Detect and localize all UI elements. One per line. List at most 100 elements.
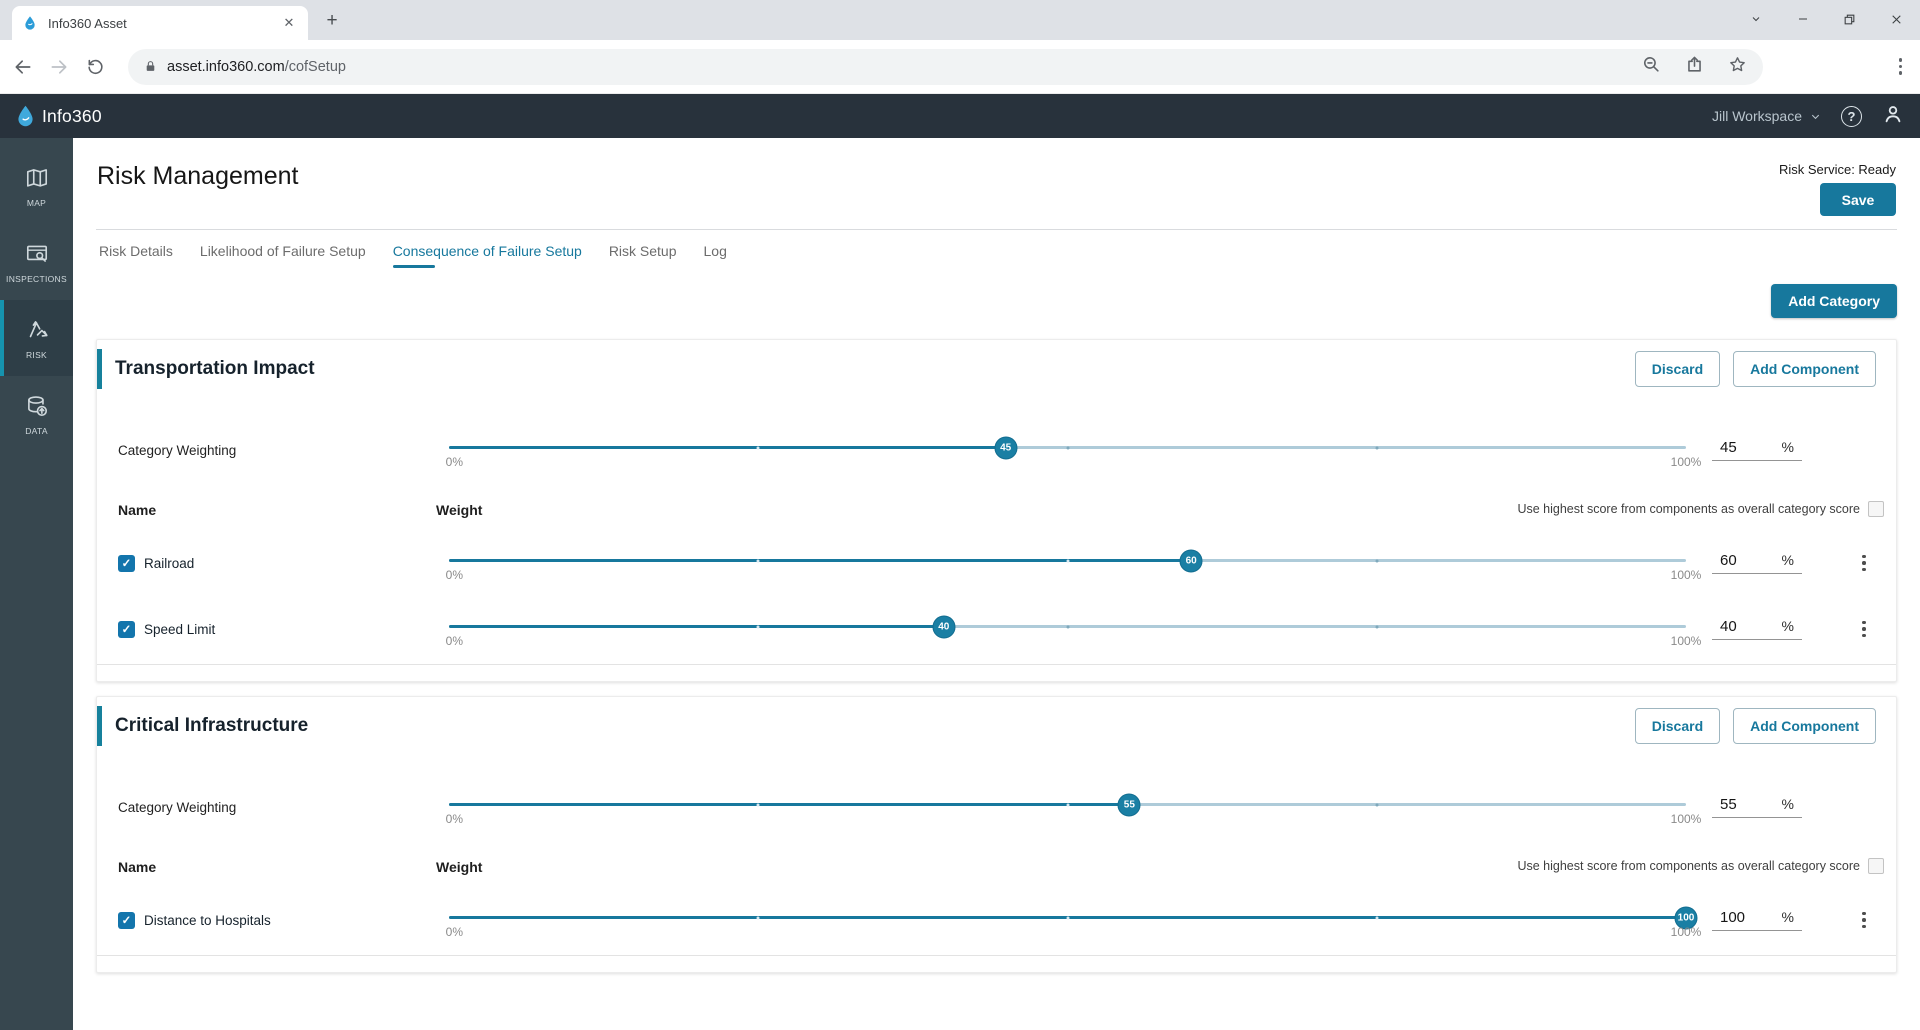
slider-max-label: 100% <box>1670 925 1702 939</box>
tab-close-icon[interactable]: ✕ <box>280 14 298 32</box>
component-checkbox[interactable]: ✓ <box>118 620 135 638</box>
sidebar-item-data[interactable]: DATA <box>0 376 73 452</box>
tab-log[interactable]: Log <box>704 243 727 268</box>
page-tabs: Risk Details Likelihood of Failure Setup… <box>96 243 1897 268</box>
zoom-out-icon[interactable] <box>1642 55 1661 79</box>
new-tab-button[interactable]: + <box>318 7 346 35</box>
sidebar-item-label: DATA <box>25 425 48 436</box>
url-text: asset.info360.com/cofSetup <box>167 58 346 75</box>
component-weight-input[interactable] <box>1720 618 1764 635</box>
component-weight-input[interactable] <box>1720 909 1764 926</box>
slider-min-label: 0% <box>445 812 464 826</box>
slider-min-label: 0% <box>445 925 464 939</box>
reload-button[interactable] <box>82 54 108 80</box>
component-row-distance-to-hospitals: ✓ Distance to Hospitals 100 0% 100% % <box>97 887 1896 953</box>
browser-toolbar: asset.info360.com/cofSetup <box>0 40 1920 94</box>
highest-score-checkbox[interactable] <box>1868 858 1884 874</box>
address-bar[interactable]: asset.info360.com/cofSetup <box>128 48 1763 85</box>
back-button[interactable] <box>10 54 36 80</box>
category-weight-field: % <box>1712 796 1802 818</box>
percent-unit: % <box>1781 909 1794 925</box>
browser-tab[interactable]: Info360 Asset ✕ <box>12 6 308 40</box>
category-weight-input[interactable] <box>1720 439 1764 456</box>
forward-button[interactable] <box>46 54 72 80</box>
tab-consequence-of-failure-setup[interactable]: Consequence of Failure Setup <box>392 243 582 268</box>
component-weight-field: % <box>1712 909 1802 931</box>
add-category-button[interactable]: Add Category <box>1771 284 1897 318</box>
window-close-button[interactable] <box>1873 0 1920 38</box>
browser-tabstrip: Info360 Asset ✕ + <box>0 0 1920 40</box>
slider-thumb[interactable]: 45 <box>994 436 1018 459</box>
component-weight-slider[interactable]: 40 0% 100% <box>446 607 1712 651</box>
main-content: Risk Management Risk Service: Ready Save… <box>73 138 1920 1030</box>
header-divider <box>96 229 1897 230</box>
components-table-header: Name Weight Use highest score from compo… <box>97 849 1896 887</box>
category-weight-field: % <box>1712 439 1802 461</box>
sidebar-item-label: RISK <box>25 349 48 360</box>
component-weight-slider[interactable]: 100 0% 100% <box>446 898 1712 942</box>
highest-score-checkbox[interactable] <box>1868 501 1884 517</box>
app-brand-name: Info360 <box>42 105 102 126</box>
save-button[interactable]: Save <box>1820 183 1896 216</box>
window-minimize-button[interactable] <box>1779 0 1826 38</box>
highest-score-label: Use highest score from components as ove… <box>1517 502 1860 516</box>
tab-risk-setup[interactable]: Risk Setup <box>609 243 677 268</box>
component-name: Distance to Hospitals <box>144 912 271 928</box>
add-component-button[interactable]: Add Component <box>1733 708 1876 744</box>
bookmark-star-icon[interactable] <box>1728 55 1747 79</box>
name-column-header: Name <box>118 859 157 875</box>
category-weighting-label: Category Weighting <box>118 799 237 815</box>
sidebar-item-label: MAP <box>26 197 47 208</box>
browser-menu-icon[interactable] <box>1891 54 1911 79</box>
category-weight-input[interactable] <box>1720 796 1764 813</box>
category-title: Critical Infrastructure <box>115 715 309 736</box>
component-menu-icon[interactable] <box>1858 551 1870 576</box>
sidebar-item-risk[interactable]: RISK <box>0 300 73 376</box>
slider-thumb[interactable]: 60 <box>1179 549 1203 572</box>
app-navbar: Info360 Jill Workspace ? <box>0 94 1920 138</box>
component-checkbox[interactable]: ✓ <box>118 911 135 929</box>
category-title: Transportation Impact <box>115 358 315 379</box>
tab-search-chevron-icon[interactable] <box>1732 0 1779 38</box>
tab-risk-details[interactable]: Risk Details <box>99 243 173 268</box>
user-account-button[interactable] <box>1882 103 1904 130</box>
component-menu-icon[interactable] <box>1858 617 1870 642</box>
share-icon[interactable] <box>1685 55 1704 79</box>
slider-min-label: 0% <box>445 455 464 469</box>
percent-unit: % <box>1781 439 1794 455</box>
component-checkbox[interactable]: ✓ <box>118 554 135 572</box>
sidebar-item-inspections[interactable]: INSPECTIONS <box>0 224 73 300</box>
percent-unit: % <box>1781 552 1794 568</box>
category-card-transportation-impact: Transportation Impact Discard Add Compon… <box>96 339 1897 682</box>
inspections-icon <box>26 245 47 262</box>
map-icon <box>26 168 47 187</box>
chevron-down-icon <box>1811 114 1820 119</box>
workspace-selector[interactable]: Jill Workspace <box>1712 108 1821 124</box>
category-weighting-slider[interactable]: 45 0% 100% <box>446 428 1712 472</box>
lock-icon <box>146 61 155 71</box>
component-menu-icon[interactable] <box>1858 908 1870 933</box>
discard-button[interactable]: Discard <box>1634 351 1721 387</box>
components-table-header: Name Weight Use highest score from compo… <box>97 492 1896 530</box>
discard-button[interactable]: Discard <box>1634 708 1721 744</box>
add-component-button[interactable]: Add Component <box>1733 351 1876 387</box>
sidebar-item-map[interactable]: MAP <box>0 148 73 224</box>
help-button[interactable]: ? <box>1841 105 1862 127</box>
data-icon <box>27 395 47 416</box>
favicon-water-drop-icon <box>25 16 35 30</box>
component-weight-slider[interactable]: 60 0% 100% <box>446 541 1712 585</box>
component-row-railroad: ✓ Railroad 60 0% 100% % <box>97 530 1896 596</box>
category-weighting-slider[interactable]: 55 0% 100% <box>446 785 1712 829</box>
component-weight-input[interactable] <box>1720 552 1764 569</box>
percent-unit: % <box>1781 796 1794 812</box>
sidebar-item-label: INSPECTIONS <box>6 273 67 284</box>
slider-max-label: 100% <box>1670 568 1702 582</box>
slider-thumb[interactable]: 40 <box>932 615 956 638</box>
card-bottom-divider <box>97 664 1896 665</box>
tab-likelihood-of-failure-setup[interactable]: Likelihood of Failure Setup <box>200 243 366 268</box>
sidebar: MAP INSPECTIONS RISK DATA <box>0 138 73 1030</box>
slider-thumb[interactable]: 55 <box>1117 793 1141 816</box>
risk-icon <box>29 320 48 337</box>
window-restore-button[interactable] <box>1826 0 1873 38</box>
slider-max-label: 100% <box>1670 455 1702 469</box>
